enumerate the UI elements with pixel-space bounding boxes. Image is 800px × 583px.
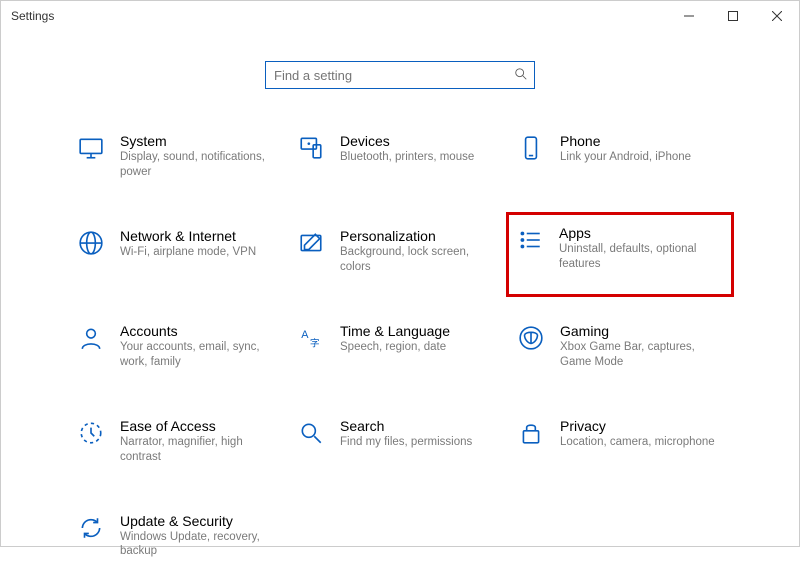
tile-title: Ease of Access: [120, 418, 276, 434]
tile-privacy[interactable]: Privacy Location, camera, microphone: [510, 414, 730, 469]
tile-desc: Xbox Game Bar, captures, Game Mode: [560, 340, 716, 370]
tile-title: Network & Internet: [120, 228, 256, 244]
maximize-button[interactable]: [711, 1, 755, 31]
tile-title: Time & Language: [340, 323, 450, 339]
devices-icon: [296, 133, 326, 163]
svg-text:A: A: [301, 329, 309, 341]
tile-desc: Background, lock screen, colors: [340, 245, 496, 275]
close-button[interactable]: [755, 1, 799, 31]
tile-desc: Narrator, magnifier, high contrast: [120, 435, 276, 465]
tile-accounts[interactable]: Accounts Your accounts, email, sync, wor…: [70, 319, 290, 374]
tile-desc: Your accounts, email, sync, work, family: [120, 340, 276, 370]
minimize-icon: [684, 11, 694, 21]
tile-title: System: [120, 133, 276, 149]
tile-network[interactable]: Network & Internet Wi-Fi, airplane mode,…: [70, 224, 290, 279]
ease-icon: [76, 418, 106, 448]
tile-title: Update & Security: [120, 513, 276, 529]
apps-icon: [515, 225, 545, 255]
time-icon: A字: [296, 323, 326, 353]
tile-desc: Windows Update, recovery, backup: [120, 530, 276, 560]
tile-title: Search: [340, 418, 472, 434]
privacy-icon: [516, 418, 546, 448]
tile-time[interactable]: A字 Time & Language Speech, region, date: [290, 319, 510, 374]
search-input[interactable]: [274, 68, 514, 83]
tile-desc: Bluetooth, printers, mouse: [340, 150, 474, 165]
tile-desc: Wi-Fi, airplane mode, VPN: [120, 245, 256, 260]
personalization-icon: [296, 228, 326, 258]
settings-grid: System Display, sound, notifications, po…: [1, 119, 799, 583]
search-icon: [514, 67, 528, 84]
phone-icon: [516, 133, 546, 163]
minimize-button[interactable]: [667, 1, 711, 31]
tile-title: Accounts: [120, 323, 276, 339]
tile-desc: Location, camera, microphone: [560, 435, 715, 450]
tile-title: Devices: [340, 133, 474, 149]
maximize-icon: [728, 11, 738, 21]
tile-desc: Display, sound, notifications, power: [120, 150, 276, 180]
tile-ease[interactable]: Ease of Access Narrator, magnifier, high…: [70, 414, 290, 469]
tile-desc: Uninstall, defaults, optional features: [559, 242, 717, 272]
tile-desc: Find my files, permissions: [340, 435, 472, 450]
tile-search[interactable]: Search Find my files, permissions: [290, 414, 510, 469]
tile-gaming[interactable]: Gaming Xbox Game Bar, captures, Game Mod…: [510, 319, 730, 374]
tile-title: Phone: [560, 133, 691, 149]
tile-update[interactable]: Update & Security Windows Update, recove…: [70, 509, 290, 564]
tile-phone[interactable]: Phone Link your Android, iPhone: [510, 129, 730, 184]
tile-apps[interactable]: Apps Uninstall, defaults, optional featu…: [506, 212, 734, 297]
window-controls: [667, 1, 799, 31]
search-row: [1, 61, 799, 89]
tile-personalization[interactable]: Personalization Background, lock screen,…: [290, 224, 510, 279]
search-box[interactable]: [265, 61, 535, 89]
tile-title: Apps: [559, 225, 717, 241]
tile-devices[interactable]: Devices Bluetooth, printers, mouse: [290, 129, 510, 184]
tile-desc: Link your Android, iPhone: [560, 150, 691, 165]
tile-title: Gaming: [560, 323, 716, 339]
system-icon: [76, 133, 106, 163]
network-icon: [76, 228, 106, 258]
window-title: Settings: [11, 9, 54, 23]
gaming-icon: [516, 323, 546, 353]
close-icon: [772, 11, 782, 21]
tile-title: Personalization: [340, 228, 496, 244]
tile-system[interactable]: System Display, sound, notifications, po…: [70, 129, 290, 184]
tile-desc: Speech, region, date: [340, 340, 450, 355]
titlebar: Settings: [1, 1, 799, 31]
tile-title: Privacy: [560, 418, 715, 434]
update-icon: [76, 513, 106, 543]
search-category-icon: [296, 418, 326, 448]
svg-text:字: 字: [310, 336, 320, 349]
accounts-icon: [76, 323, 106, 353]
